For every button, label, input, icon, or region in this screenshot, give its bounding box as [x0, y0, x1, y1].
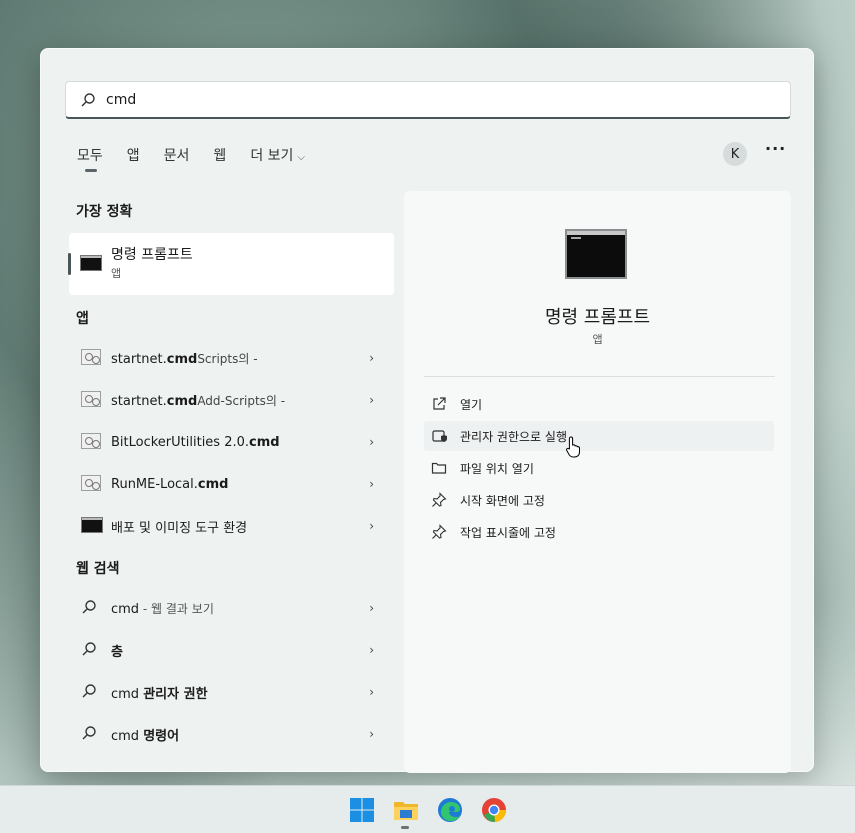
web-result-item[interactable]: cmd 명령어 ›	[69, 715, 394, 753]
search-icon	[81, 92, 95, 106]
detail-subtitle: 앱	[592, 333, 603, 346]
app-result-label: BitLockerUtilities 2.0.cmd	[111, 434, 280, 450]
search-input[interactable]	[106, 91, 706, 108]
search-icon	[82, 600, 96, 614]
best-match-subtitle: 앱	[111, 267, 122, 280]
web-result-label: cmd - 웹 결과 보기	[111, 601, 214, 617]
chrome-icon[interactable]	[480, 796, 508, 824]
avatar[interactable]: K	[723, 142, 747, 166]
active-app-indicator	[401, 826, 409, 829]
windows-start-icon[interactable]	[348, 796, 376, 824]
tab-more[interactable]: 더 보기 ⌵	[250, 145, 305, 165]
search-icon	[82, 684, 96, 698]
search-icon	[82, 726, 96, 740]
folder-icon	[431, 462, 447, 474]
filter-tabs: 모두 앱 문서 웹 더 보기 ⌵	[77, 145, 329, 172]
detail-pane: 명령 프롬프트 앱 열기 관리자 권한으로 실행 파일 위치 열기 시작 화면에…	[404, 191, 791, 773]
chevron-right-icon: ›	[369, 727, 374, 741]
app-result-item[interactable]: 배포 및 이미징 도구 환경 ›	[69, 507, 394, 545]
action-open-file-location[interactable]: 파일 위치 열기	[424, 453, 774, 483]
file-explorer-icon[interactable]	[392, 796, 420, 824]
chevron-right-icon: ›	[369, 685, 374, 699]
web-result-label: 층	[111, 644, 123, 660]
more-options-button[interactable]: ···	[765, 139, 786, 158]
apps-heading: 앱	[76, 311, 89, 327]
script-file-icon	[81, 391, 101, 407]
tab-documents[interactable]: 문서	[164, 145, 190, 165]
action-label: 관리자 권한으로 실행	[460, 429, 567, 444]
web-result-label: cmd 명령어	[111, 728, 180, 744]
pin-icon	[432, 524, 447, 539]
web-result-item[interactable]: cmd - 웹 결과 보기 ›	[69, 589, 394, 627]
action-label: 작업 표시줄에 고정	[460, 525, 556, 540]
action-pin-to-start[interactable]: 시작 화면에 고정	[424, 485, 774, 515]
script-file-icon	[81, 475, 101, 491]
action-label: 시작 화면에 고정	[460, 493, 545, 508]
app-result-label: 배포 및 이미징 도구 환경	[111, 520, 248, 536]
chevron-right-icon: ›	[369, 351, 374, 365]
web-result-label: cmd 관리자 권한	[111, 686, 208, 702]
chevron-down-icon: ⌵	[297, 152, 305, 163]
open-external-icon	[433, 397, 446, 410]
chevron-right-icon: ›	[369, 601, 374, 615]
chevron-right-icon: ›	[369, 519, 374, 533]
search-box[interactable]	[65, 81, 791, 119]
best-match-title: 명령 프롬프트	[111, 247, 193, 263]
chevron-right-icon: ›	[369, 477, 374, 491]
tab-all[interactable]: 모두	[77, 145, 103, 172]
app-result-item[interactable]: startnet.cmdAdd-Scripts의 - ›	[69, 381, 394, 419]
mouse-cursor-icon	[566, 436, 580, 458]
action-label: 파일 위치 열기	[460, 461, 534, 476]
command-prompt-icon	[80, 255, 102, 271]
web-result-item[interactable]: 층 ›	[69, 631, 394, 669]
chevron-right-icon: ›	[369, 435, 374, 449]
command-prompt-icon	[81, 517, 103, 533]
tab-apps[interactable]: 앱	[127, 145, 140, 165]
edge-icon[interactable]	[436, 796, 464, 824]
app-result-label: startnet.cmdScripts의 -	[111, 351, 258, 367]
taskbar	[0, 785, 855, 833]
search-icon	[82, 642, 96, 656]
action-pin-to-taskbar[interactable]: 작업 표시줄에 고정	[424, 517, 774, 547]
search-panel: 모두 앱 문서 웹 더 보기⌵ K ··· 가장 정확 명령 프롬프트 앱 앱 …	[40, 48, 814, 773]
script-file-icon	[81, 433, 101, 449]
divider	[424, 376, 775, 377]
command-prompt-icon	[565, 229, 627, 279]
web-result-item[interactable]: cmd 관리자 권한 ›	[69, 673, 394, 711]
app-result-label: startnet.cmdAdd-Scripts의 -	[111, 393, 286, 409]
detail-title: 명령 프롬프트	[544, 307, 651, 328]
app-result-label: RunME-Local.cmd	[111, 476, 229, 492]
best-match-item[interactable]: 명령 프롬프트 앱	[68, 233, 394, 295]
tab-more-label: 더 보기	[250, 148, 294, 164]
script-file-icon	[81, 349, 101, 365]
chevron-right-icon: ›	[369, 393, 374, 407]
pin-icon	[432, 492, 447, 507]
web-search-heading: 웹 검색	[76, 561, 120, 577]
chevron-right-icon: ›	[369, 643, 374, 657]
shield-icon	[432, 430, 447, 442]
best-match-heading: 가장 정확	[76, 204, 133, 220]
app-result-item[interactable]: RunME-Local.cmd ›	[69, 465, 394, 503]
action-open[interactable]: 열기	[424, 389, 774, 419]
action-run-as-admin[interactable]: 관리자 권한으로 실행	[424, 421, 774, 451]
action-label: 열기	[460, 397, 483, 412]
app-result-item[interactable]: BitLockerUtilities 2.0.cmd ›	[69, 423, 394, 461]
tab-web[interactable]: 웹	[213, 145, 226, 165]
app-result-item[interactable]: startnet.cmdScripts의 - ›	[69, 339, 394, 377]
